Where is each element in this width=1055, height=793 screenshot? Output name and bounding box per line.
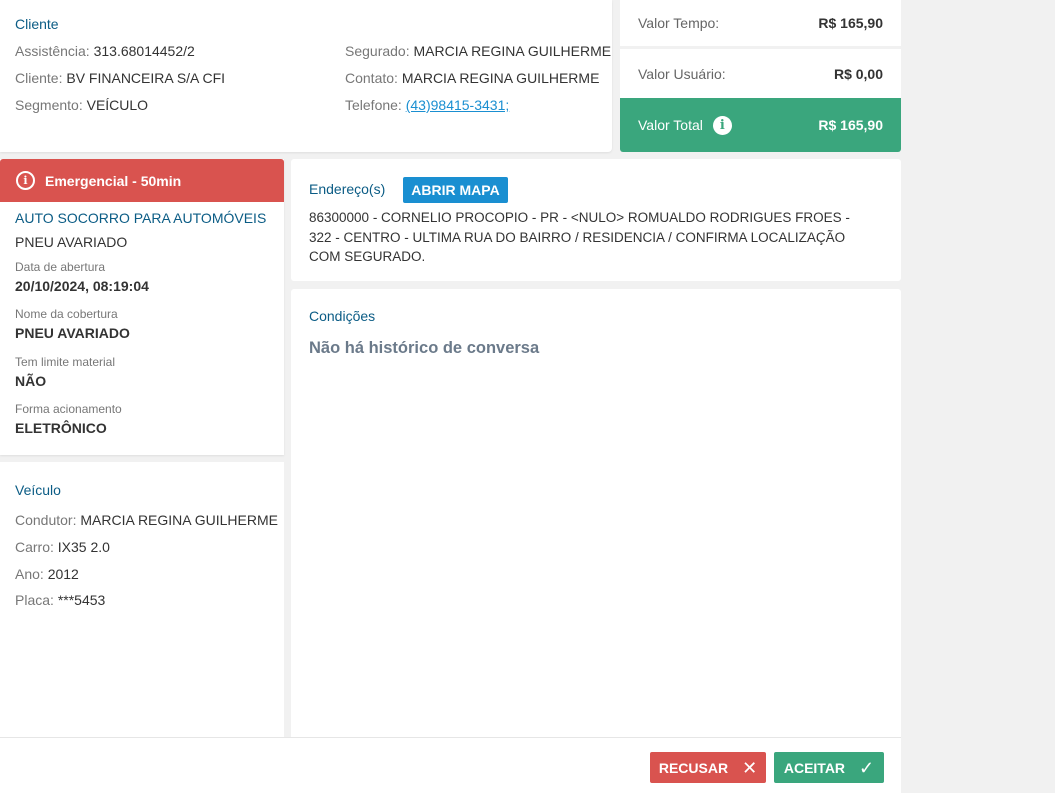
contato-label: Contato:	[345, 70, 398, 86]
placa-value: ***5453	[57, 592, 106, 608]
condutor-label: Condutor:	[15, 512, 77, 528]
valor-tempo-row: Valor Tempo: R$ 165,90	[620, 0, 901, 46]
vehicle-section-title: Veículo	[15, 482, 61, 498]
segurado-value: MARCIA REGINA GUILHERME	[413, 43, 612, 59]
valor-total-value: R$ 165,90	[818, 117, 883, 133]
limite-value: NÃO	[15, 373, 47, 389]
conditions-card: Condições Não há histórico de conversa	[291, 289, 901, 749]
acionamento-label: Forma acionamento	[15, 402, 122, 416]
client-card: Cliente Assistência: 313.68014452/2 Clie…	[0, 0, 612, 152]
condutor-value: MARCIA REGINA GUILHERME	[80, 512, 278, 528]
service-name: AUTO SOCORRO PARA AUTOMÓVEIS	[15, 210, 267, 226]
cobertura-label: Nome da cobertura	[15, 307, 118, 321]
segmento-label: Segmento:	[15, 97, 83, 113]
cobertura-value: PNEU AVARIADO	[15, 325, 130, 341]
service-card: i Emergencial - 50min AUTO SOCORRO PARA …	[0, 159, 284, 455]
service-subtype: PNEU AVARIADO	[15, 234, 128, 250]
valor-usuario-row: Valor Usuário: R$ 0,00	[620, 49, 901, 98]
accept-button[interactable]: ACEITAR ✓	[774, 752, 884, 783]
data-abertura-value: 20/10/2024, 08:19:04	[15, 278, 149, 294]
valor-total-label: Valor Total	[638, 117, 703, 133]
assistencia-label: Assistência:	[15, 43, 90, 59]
valor-usuario-label: Valor Usuário:	[638, 65, 726, 82]
conditions-section-title: Condições	[309, 308, 376, 324]
placa-label: Placa:	[15, 592, 54, 608]
carro-value: IX35 2.0	[57, 539, 110, 555]
ano-value: 2012	[47, 566, 79, 582]
ano-label: Ano:	[15, 566, 44, 582]
valor-total-label-group: Valor Total i	[638, 115, 732, 135]
assistencia-value: 313.68014452/2	[93, 43, 195, 59]
close-icon: ✕	[742, 757, 758, 778]
segurado-line: Segurado: MARCIA REGINA GUILHERME	[345, 43, 611, 59]
cliente-label: Cliente:	[15, 70, 63, 86]
segmento-line: Segmento: VEÍCULO	[15, 97, 148, 113]
limite-label: Tem limite material	[15, 355, 116, 369]
placa-line: Placa: ***5453	[15, 592, 105, 608]
alert-circle-icon: i	[16, 171, 35, 190]
reject-button-label: RECUSAR	[658, 759, 729, 776]
contato-value: MARCIA REGINA GUILHERME	[401, 70, 600, 86]
condutor-line: Condutor: MARCIA REGINA GUILHERME	[15, 512, 278, 528]
segurado-label: Segurado:	[345, 43, 410, 59]
cliente-line: Cliente: BV FINANCEIRA S/A CFI	[15, 70, 225, 86]
valor-usuario-value: R$ 0,00	[833, 65, 883, 82]
telefone-line: Telefone: (43)98415-3431;	[345, 97, 509, 113]
valor-total-row: Valor Total i R$ 165,90	[620, 98, 901, 152]
cliente-value: BV FINANCEIRA S/A CFI	[66, 70, 226, 86]
reject-button[interactable]: RECUSAR ✕	[650, 752, 766, 783]
address-text: 86300000 - CORNELIO PROCOPIO - PR - <NUL…	[309, 210, 850, 264]
vehicle-card: Veículo Condutor: MARCIA REGINA GUILHERM…	[0, 462, 284, 752]
address-section-title: Endereço(s)	[309, 181, 386, 197]
segmento-value: VEÍCULO	[86, 97, 149, 113]
check-icon: ✓	[859, 757, 875, 778]
valor-tempo-value: R$ 165,90	[818, 15, 883, 31]
valor-tempo-label: Valor Tempo:	[638, 15, 720, 31]
contato-line: Contato: MARCIA REGINA GUILHERME	[345, 70, 599, 86]
ano-line: Ano: 2012	[15, 566, 79, 582]
accept-button-label: ACEITAR	[783, 759, 846, 776]
empty-conversation-message: Não há histórico de conversa	[309, 339, 540, 357]
acionamento-value: ELETRÔNICO	[15, 420, 107, 436]
assistencia-line: Assistência: 313.68014452/2	[15, 43, 195, 59]
telefone-label: Telefone:	[345, 97, 402, 113]
footer-bar: RECUSAR ✕ ACEITAR ✓	[0, 737, 901, 793]
carro-label: Carro:	[15, 539, 54, 555]
emergency-banner: i Emergencial - 50min	[0, 159, 284, 202]
info-icon[interactable]: i	[712, 115, 732, 135]
data-abertura-label: Data de abertura	[15, 260, 106, 274]
open-map-button[interactable]: ABRIR MAPA	[403, 177, 508, 203]
address-card: Endereço(s) ABRIR MAPA 86300000 - CORNEL…	[291, 159, 901, 281]
telefone-link[interactable]: (43)98415-3431;	[406, 97, 510, 113]
emergency-banner-text: Emergencial - 50min	[45, 172, 182, 189]
carro-line: Carro: IX35 2.0	[15, 539, 110, 555]
client-section-title: Cliente	[15, 16, 59, 32]
